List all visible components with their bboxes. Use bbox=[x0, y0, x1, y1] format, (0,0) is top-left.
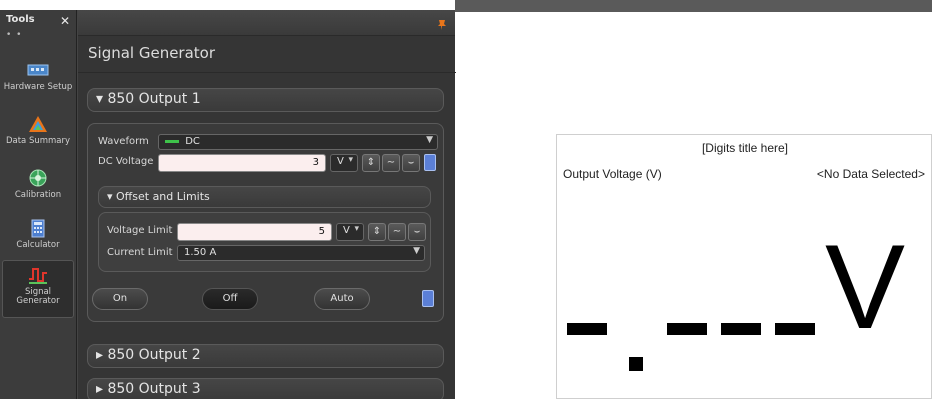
tool-label: Calibration bbox=[14, 190, 62, 200]
decimal-point bbox=[629, 357, 643, 371]
offset-limits-body: Voltage Limit 5 V ▾ ⇕ ∼ ⌣ Current Limit … bbox=[98, 212, 431, 272]
calculator-icon bbox=[27, 218, 49, 238]
output1-body: Waveform DC ▼ DC Voltage 3 V ▾ ⇕ ∼ ⌣ ▾ O… bbox=[87, 123, 444, 322]
tool-data-summary[interactable]: Data Summary bbox=[2, 110, 74, 164]
hardware-setup-icon bbox=[27, 60, 49, 80]
unit-value: V bbox=[343, 225, 350, 236]
panel-title: Signal Generator bbox=[88, 44, 216, 62]
current-limit-label: Current Limit bbox=[107, 247, 173, 258]
data-selection-label[interactable]: <No Data Selected> bbox=[817, 167, 925, 181]
tool-label: Data Summary bbox=[5, 136, 71, 146]
voltage-limit-label: Voltage Limit bbox=[107, 225, 173, 236]
digit-dash bbox=[721, 323, 761, 335]
stepper-button[interactable]: ⇕ bbox=[368, 223, 386, 241]
dc-voltage-unit-select[interactable]: V ▾ bbox=[330, 154, 358, 172]
calculator-icon[interactable] bbox=[422, 290, 434, 307]
current-limit-value: 1.50 A bbox=[184, 247, 217, 258]
increment-button[interactable]: ⌣ bbox=[402, 154, 420, 172]
app-window: Tools ✕ • • Hardware Setup Data Summary … bbox=[0, 0, 932, 399]
dc-waveform-icon bbox=[165, 139, 179, 143]
chevron-down-icon: ▼ bbox=[426, 135, 433, 145]
offset-limits-header[interactable]: ▾ Offset and Limits bbox=[98, 186, 431, 208]
decrement-button[interactable]: ∼ bbox=[382, 154, 400, 172]
unit-value: V bbox=[337, 156, 344, 167]
digit-dash bbox=[667, 323, 707, 335]
chevron-down-icon: ▾ bbox=[348, 155, 353, 165]
chevron-down-icon: ▾ bbox=[354, 224, 359, 234]
dc-voltage-label: DC Voltage bbox=[98, 156, 154, 167]
close-icon[interactable]: ✕ bbox=[60, 14, 70, 36]
chevron-down-icon: ▼ bbox=[413, 246, 420, 256]
output3-header[interactable]: ▸ 850 Output 3 bbox=[87, 378, 444, 399]
data-summary-icon bbox=[27, 114, 49, 134]
voltage-limit-input[interactable]: 5 bbox=[177, 223, 332, 241]
signal-generator-icon bbox=[27, 265, 49, 285]
increment-button[interactable]: ⌣ bbox=[408, 223, 426, 241]
output1-header[interactable]: ▾ 850 Output 1 bbox=[87, 88, 444, 112]
digits-unit: V bbox=[825, 220, 906, 354]
tool-label: Hardware Setup bbox=[3, 82, 73, 92]
digit-dash bbox=[567, 323, 607, 335]
tools-palette: Tools ✕ • • Hardware Setup Data Summary … bbox=[0, 10, 77, 399]
pin-icon[interactable] bbox=[437, 16, 447, 30]
panel-titlebar bbox=[78, 10, 455, 36]
tool-signal-generator[interactable]: Signal Generator bbox=[2, 260, 74, 318]
measurement-selector[interactable]: Output Voltage (V) bbox=[563, 167, 662, 181]
on-button[interactable]: On bbox=[92, 288, 148, 310]
current-limit-select[interactable]: 1.50 A ▼ bbox=[177, 245, 425, 261]
signal-generator-panel: Signal Generator ▾ 850 Output 1 Waveform… bbox=[77, 10, 456, 399]
stepper-button[interactable]: ⇕ bbox=[362, 154, 380, 172]
calibration-icon bbox=[27, 168, 49, 188]
digits-title[interactable]: [Digits title here] bbox=[557, 141, 932, 155]
auto-button[interactable]: Auto bbox=[314, 288, 370, 310]
top-toolbar-strip bbox=[455, 0, 932, 12]
waveform-value: DC bbox=[185, 136, 200, 147]
voltage-limit-unit-select[interactable]: V ▾ bbox=[336, 223, 364, 241]
tools-grip-icon: • • bbox=[6, 30, 23, 40]
tool-hardware-setup[interactable]: Hardware Setup bbox=[2, 56, 74, 110]
output2-header[interactable]: ▸ 850 Output 2 bbox=[87, 344, 444, 368]
divider bbox=[78, 72, 456, 73]
off-button[interactable]: Off bbox=[202, 288, 258, 310]
calculator-icon[interactable] bbox=[424, 154, 436, 171]
decrement-button[interactable]: ∼ bbox=[388, 223, 406, 241]
digit-dash bbox=[775, 323, 815, 335]
tool-label: Calculator bbox=[16, 240, 60, 250]
tool-label: Signal Generator bbox=[16, 287, 60, 306]
tool-calibration[interactable]: Calibration bbox=[2, 164, 74, 218]
waveform-select[interactable]: DC ▼ bbox=[158, 134, 438, 150]
digits-display[interactable]: [Digits title here] Output Voltage (V) <… bbox=[556, 134, 932, 399]
dc-voltage-input[interactable]: 3 bbox=[158, 154, 326, 172]
waveform-label: Waveform bbox=[98, 136, 149, 147]
